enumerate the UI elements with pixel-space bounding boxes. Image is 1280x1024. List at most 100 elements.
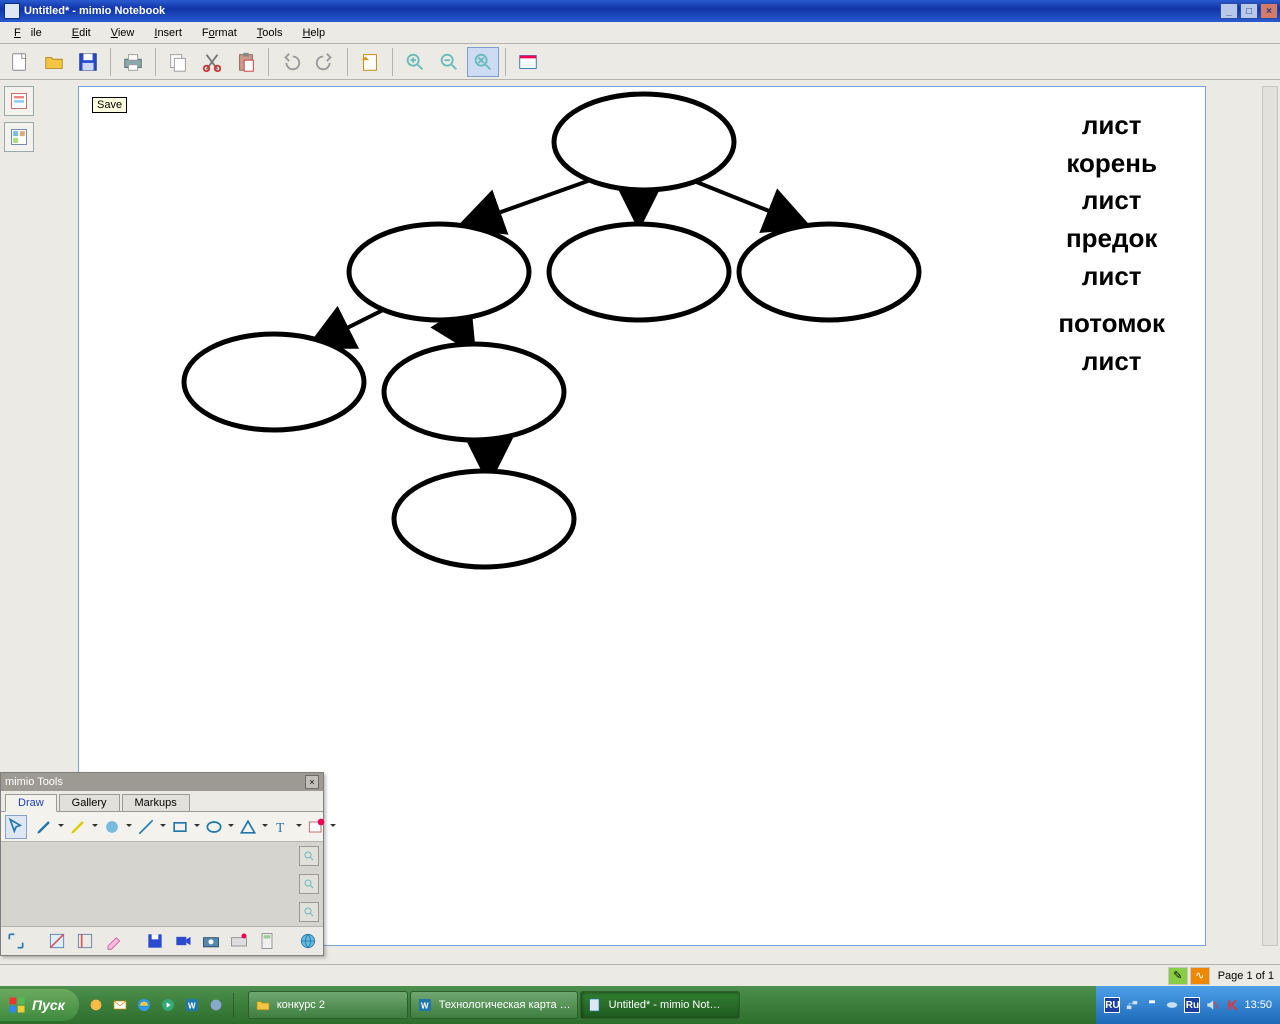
rc-dd[interactable] — [194, 815, 200, 839]
tr-dd[interactable] — [262, 815, 268, 839]
task-3[interactable]: Untitled* - mimio Not… — [580, 991, 740, 1019]
save-tooltip: Save — [92, 97, 127, 113]
tray-volume-icon[interactable] — [1204, 997, 1220, 1013]
status-rss-icon[interactable]: ∿ — [1190, 967, 1210, 985]
pb-web[interactable] — [297, 929, 319, 953]
tray-disk-icon[interactable] — [1164, 997, 1180, 1013]
menu-edit[interactable]: Edit — [62, 25, 101, 41]
palette-tab-gallery[interactable]: Gallery — [59, 794, 120, 811]
word-3[interactable]: лист — [1082, 182, 1142, 220]
ql-word[interactable]: W — [181, 993, 203, 1017]
paste-button[interactable] — [230, 47, 262, 77]
menu-view[interactable]: View — [101, 25, 145, 41]
tray-printer-icon[interactable] — [1144, 997, 1160, 1013]
pb-reveal[interactable] — [74, 929, 96, 953]
palette-close-button[interactable]: × — [305, 775, 319, 789]
ql-desktop[interactable] — [85, 993, 107, 1017]
maximize-button[interactable]: □ — [1240, 3, 1258, 19]
palette-titlebar[interactable]: mimio Tools × — [1, 773, 323, 791]
rect-tool[interactable] — [169, 815, 191, 839]
fullscreen-button[interactable] — [512, 47, 544, 77]
tray-lang-2[interactable]: Ru — [1184, 997, 1200, 1013]
zoom-in-button[interactable] — [399, 47, 431, 77]
line-tool[interactable] — [135, 815, 157, 839]
minimize-button[interactable]: _ — [1220, 3, 1238, 19]
ellipse-tool[interactable] — [203, 815, 225, 839]
status-connection-icon[interactable]: ✎ — [1168, 967, 1188, 985]
menu-format[interactable]: Format — [192, 25, 247, 41]
undo-button[interactable] — [275, 47, 307, 77]
pen-dd[interactable] — [58, 815, 64, 839]
redo-button[interactable] — [309, 47, 341, 77]
menu-insert[interactable]: Insert — [144, 25, 192, 41]
word-6[interactable]: потомок — [1058, 305, 1165, 343]
tx-dd[interactable] — [296, 815, 302, 839]
pb-calculator[interactable] — [256, 929, 278, 953]
text-tool[interactable]: T — [271, 815, 293, 839]
insert-page-button[interactable] — [354, 47, 386, 77]
side-thumbnails-button[interactable] — [4, 86, 34, 116]
menu-tools[interactable]: Tools — [247, 25, 293, 41]
ln-dd[interactable] — [160, 815, 166, 839]
save-button[interactable] — [72, 47, 104, 77]
word-2[interactable]: корень — [1066, 145, 1157, 183]
task-2[interactable]: W Технологическая карта … — [410, 991, 578, 1019]
pb-camera[interactable] — [200, 929, 222, 953]
pb-spotlight[interactable] — [46, 929, 68, 953]
tray-antivirus-icon[interactable]: K — [1224, 997, 1240, 1013]
ql-media[interactable] — [157, 993, 179, 1017]
palette-zoom-in[interactable] — [299, 846, 319, 866]
palette-tab-markups[interactable]: Markups — [122, 794, 190, 811]
el-dd[interactable] — [228, 815, 234, 839]
tray-lang-1[interactable]: RU — [1104, 997, 1120, 1013]
import-tool[interactable] — [305, 815, 327, 839]
ql-ie[interactable] — [133, 993, 155, 1017]
status-page: Page 1 of 1 — [1218, 970, 1274, 982]
quick-launch: W — [79, 993, 244, 1017]
highlighter-tool[interactable] — [67, 815, 89, 839]
word-7[interactable]: лист — [1082, 343, 1142, 381]
palette-bottom-row — [1, 927, 323, 955]
taskbar-tasks: конкурс 2 W Технологическая карта … Unti… — [244, 991, 1097, 1019]
palette-tab-draw[interactable]: Draw — [5, 794, 57, 812]
pb-save[interactable] — [144, 929, 166, 953]
open-button[interactable] — [38, 47, 70, 77]
start-label: Пуск — [32, 997, 65, 1013]
pb-record[interactable] — [172, 929, 194, 953]
ql-mail[interactable] — [109, 993, 131, 1017]
word-4[interactable]: предок — [1066, 220, 1157, 258]
select-tool[interactable] — [5, 815, 27, 839]
tray-network-icon[interactable] — [1124, 997, 1140, 1013]
start-button[interactable]: Пуск — [0, 989, 79, 1021]
pb-eraser2[interactable] — [102, 929, 124, 953]
menu-file[interactable]: Filedocument.currentScript.previousEleme… — [4, 25, 62, 41]
zoom-fit-button[interactable] — [467, 47, 499, 77]
er-dd[interactable] — [126, 815, 132, 839]
pb-keyboard[interactable] — [228, 929, 250, 953]
palette-zoom-100[interactable] — [299, 874, 319, 894]
mimio-tools-palette[interactable]: mimio Tools × Draw Gallery Markups T — [0, 772, 324, 956]
tray-clock[interactable]: 13:50 — [1244, 999, 1272, 1011]
im-dd[interactable] — [330, 815, 336, 839]
new-button[interactable] — [4, 47, 36, 77]
close-button[interactable]: × — [1260, 3, 1278, 19]
copy-button[interactable] — [162, 47, 194, 77]
word-5[interactable]: лист — [1082, 258, 1142, 296]
hl-dd[interactable] — [92, 815, 98, 839]
task-1[interactable]: конкурс 2 — [248, 991, 408, 1019]
side-gallery-button[interactable] — [4, 122, 34, 152]
pen-tool[interactable] — [33, 815, 55, 839]
app-icon — [4, 3, 20, 19]
vertical-scrollbar[interactable] — [1262, 86, 1278, 946]
ql-settings[interactable] — [205, 993, 227, 1017]
menu-help[interactable]: Help — [292, 25, 335, 41]
triangle-tool[interactable] — [237, 815, 259, 839]
print-button[interactable] — [117, 47, 149, 77]
cut-button[interactable] — [196, 47, 228, 77]
pb-fullscreen[interactable] — [5, 929, 27, 953]
zoom-out-button[interactable] — [433, 47, 465, 77]
task3-label: Untitled* - mimio Not… — [609, 999, 721, 1011]
eraser-tool[interactable] — [101, 815, 123, 839]
word-1[interactable]: лист — [1082, 107, 1142, 145]
palette-zoom-out[interactable] — [299, 902, 319, 922]
